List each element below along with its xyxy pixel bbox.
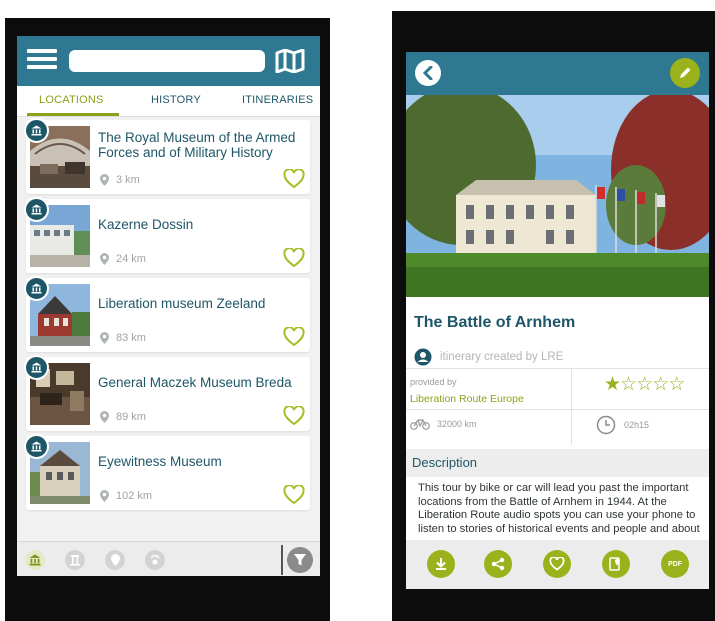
location-pin-icon <box>100 174 109 186</box>
location-pin-icon <box>100 253 109 265</box>
bicycle-icon <box>410 419 430 430</box>
location-distance: 83 km <box>100 332 146 344</box>
map-icon[interactable] <box>275 49 305 73</box>
description-heading: Description <box>412 455 478 470</box>
filter-icon[interactable] <box>287 547 313 573</box>
itinerary-title: The Battle of Arnhem <box>414 314 576 331</box>
favorite-heart-icon[interactable] <box>283 485 305 505</box>
favorite-heart-icon[interactable] <box>283 248 305 268</box>
download-icon <box>436 558 446 570</box>
pencil-icon <box>680 67 691 78</box>
description-text: This tour by bike or car will lead you p… <box>418 482 700 537</box>
map-book-icon <box>609 557 620 571</box>
star-icon: ☆ <box>668 374 685 395</box>
provider-link[interactable]: Liberation Route Europe <box>410 393 524 405</box>
download-button[interactable] <box>427 550 455 578</box>
description-header: Description <box>406 449 709 477</box>
museum-badge-icon <box>24 355 49 380</box>
grid-divider <box>406 409 709 410</box>
action-bar: PDF <box>406 540 709 589</box>
itinerary-detail-screen: The Battle of Arnhem itinerary created b… <box>406 52 709 589</box>
location-distance: 102 km <box>100 490 152 502</box>
location-title: Eyewitness Museum <box>98 454 222 469</box>
divider <box>281 545 283 575</box>
distance-value: 83 km <box>116 332 146 344</box>
tab-bar: LOCATIONS HISTORY ITINERARIES <box>17 86 320 117</box>
distance-value: 24 km <box>116 253 146 265</box>
creator-text: itinerary created by LRE <box>440 351 564 363</box>
museum-badge-icon <box>24 276 49 301</box>
detail-top-bar <box>406 52 709 95</box>
share-icon <box>491 557 505 571</box>
favorite-heart-icon[interactable] <box>283 169 305 189</box>
distance-value: 32000 km <box>437 419 477 429</box>
category-filter-bar <box>17 541 320 576</box>
edit-button[interactable] <box>670 58 700 88</box>
star-icon: ☆ <box>652 374 669 395</box>
grid-divider <box>571 369 572 445</box>
museum-badge-icon <box>24 118 49 143</box>
star-icon: ☆ <box>620 374 637 395</box>
location-title: The Royal Museum of the Armed Forces and… <box>98 130 296 160</box>
location-pin-icon[interactable] <box>105 550 125 570</box>
chevron-left-icon <box>423 66 433 80</box>
tab-history[interactable]: HISTORY <box>151 94 201 106</box>
distance-value: 89 km <box>116 411 146 423</box>
location-distance: 89 km <box>100 411 146 423</box>
map-book-button[interactable] <box>602 550 630 578</box>
user-avatar-icon <box>414 348 432 366</box>
search-input[interactable] <box>69 50 265 72</box>
heart-icon <box>549 557 565 571</box>
favorite-button[interactable] <box>543 550 571 578</box>
share-button[interactable] <box>484 550 512 578</box>
star-icon: ☆ <box>636 374 653 395</box>
back-button[interactable] <box>415 60 441 86</box>
favorite-heart-icon[interactable] <box>283 406 305 426</box>
museum-badge-icon <box>24 197 49 222</box>
provided-by-label: provided by <box>410 377 457 387</box>
location-title: Liberation museum Zeeland <box>98 296 266 311</box>
info-grid: provided by Liberation Route Europe ★☆☆☆… <box>406 368 709 445</box>
creator-row: itinerary created by LRE <box>414 348 563 366</box>
pdf-button[interactable]: PDF <box>661 550 689 578</box>
location-title: General Maczek Museum Breda <box>98 375 292 390</box>
location-card[interactable]: Kazerne Dossin 24 km <box>24 197 310 273</box>
location-card[interactable]: Liberation museum Zeeland 83 km <box>24 276 310 352</box>
museum-icon[interactable] <box>25 550 45 570</box>
itinerary-photo <box>406 95 709 297</box>
location-pin-icon <box>100 411 109 423</box>
monument-icon[interactable] <box>65 550 85 570</box>
star-icon: ★ <box>604 374 621 395</box>
tab-locations[interactable]: LOCATIONS <box>39 94 104 106</box>
rating-stars[interactable]: ★☆☆☆☆ <box>604 373 685 396</box>
duration-row: 02h15 <box>596 415 649 435</box>
location-pin-icon <box>100 490 109 502</box>
distance-value: 3 km <box>116 174 140 186</box>
pdf-icon: PDF <box>668 560 682 568</box>
audio-spot-icon[interactable] <box>145 550 165 570</box>
locations-screen: LOCATIONS HISTORY ITINERARIES The Royal … <box>17 36 320 576</box>
museum-badge-icon <box>24 434 49 459</box>
location-pin-icon <box>100 332 109 344</box>
location-card[interactable]: The Royal Museum of the Armed Forces and… <box>24 118 310 194</box>
menu-icon[interactable] <box>27 49 57 73</box>
distance-row: 32000 km <box>410 418 477 430</box>
location-distance: 24 km <box>100 253 146 265</box>
clock-icon <box>596 415 616 435</box>
distance-value: 102 km <box>116 490 153 502</box>
location-card[interactable]: General Maczek Museum Breda 89 km <box>24 355 310 431</box>
duration-value: 02h15 <box>624 420 650 430</box>
tab-itineraries[interactable]: ITINERARIES <box>242 94 313 106</box>
location-title: Kazerne Dossin <box>98 217 194 232</box>
top-bar <box>17 36 320 86</box>
location-distance: 3 km <box>100 174 140 186</box>
favorite-heart-icon[interactable] <box>283 327 305 347</box>
location-card[interactable]: Eyewitness Museum 102 km <box>24 434 310 510</box>
active-tab-indicator <box>27 113 119 116</box>
